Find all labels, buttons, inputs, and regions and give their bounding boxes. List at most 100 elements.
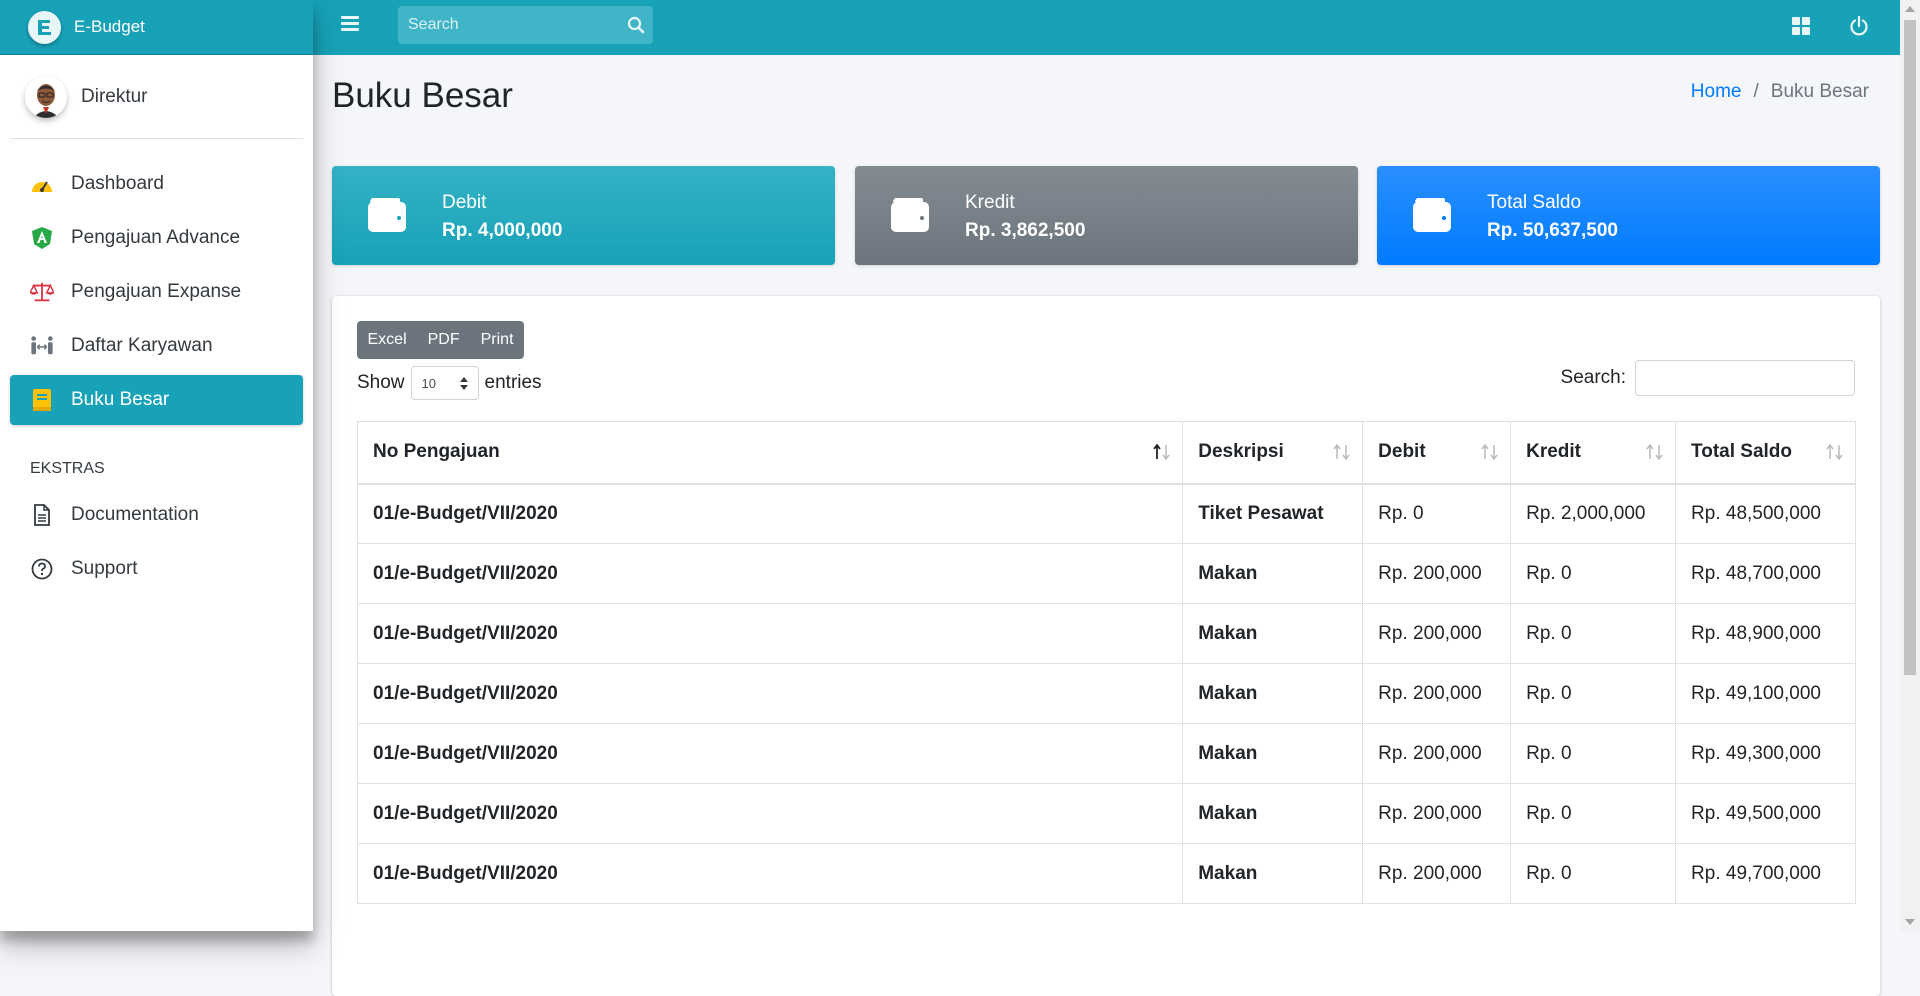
cell-total-saldo: Rp. 48,900,000 — [1675, 603, 1856, 664]
balance-scale-icon — [30, 280, 54, 304]
grid-icon[interactable] — [1791, 16, 1811, 41]
cell-debit: Rp. 200,000 — [1362, 543, 1512, 604]
cell-total-saldo: Rp. 49,100,000 — [1675, 663, 1856, 724]
sidebar-nav: Dashboard Pengajuan Advance Pengajuan Ex… — [0, 139, 313, 425]
sidebar-item-label: Support — [71, 558, 138, 579]
cell-debit: Rp. 200,000 — [1362, 783, 1512, 844]
sidebar-item-label: Dashboard — [71, 173, 164, 194]
debit-label: Debit — [442, 192, 487, 213]
entries-select[interactable]: 10 — [410, 366, 479, 400]
column-header-debit[interactable]: Debit — [1362, 421, 1512, 485]
sidebar-item-label: Documentation — [71, 504, 199, 525]
entries-length: Show 10 entries — [357, 366, 542, 400]
cell-debit: Rp. 200,000 — [1362, 663, 1512, 724]
cell-kredit: Rp. 0 — [1510, 543, 1677, 604]
scroll-down-arrow-icon[interactable] — [1905, 919, 1915, 925]
sort-caret-icon — [459, 377, 468, 393]
cell-no-pengajuan: 01/e-Budget/VII/2020 — [356, 723, 1184, 784]
cell-kredit: Rp. 0 — [1510, 603, 1677, 664]
avatar — [25, 75, 67, 118]
sidebar-extras-nav: Documentation Support — [0, 490, 313, 594]
wallet-icon — [1412, 197, 1452, 238]
sidebar-item-pengajuan-advance[interactable]: Pengajuan Advance — [10, 213, 303, 263]
cell-deskripsi: Makan — [1182, 843, 1364, 904]
table-row: 01/e-Budget/VII/2020 Makan Rp. 200,000 R… — [356, 603, 1856, 664]
table-filter: Search: — [1561, 360, 1855, 396]
brand-logo-icon — [28, 10, 61, 44]
user-panel[interactable]: Direktur — [10, 55, 303, 139]
excel-button[interactable]: Excel — [357, 321, 417, 359]
cell-total-saldo: Rp. 49,500,000 — [1675, 783, 1856, 844]
topbar — [313, 0, 1900, 55]
scroll-up-arrow-icon[interactable] — [1905, 6, 1915, 12]
table-search-input[interactable] — [1635, 360, 1855, 396]
cell-no-pengajuan: 01/e-Budget/VII/2020 — [356, 783, 1184, 844]
cell-deskripsi: Makan — [1182, 603, 1364, 664]
sidebar-item-pengajuan-expanse[interactable]: Pengajuan Expanse — [10, 267, 303, 317]
table-row: 01/e-Budget/VII/2020 Makan Rp. 200,000 R… — [356, 843, 1856, 904]
table-search-label: Search: — [1560, 367, 1626, 388]
cell-debit: Rp. 200,000 — [1362, 723, 1512, 784]
sidebar-item-dashboard[interactable]: Dashboard — [10, 159, 303, 209]
sidebar-item-documentation[interactable]: Documentation — [10, 490, 303, 540]
entries-label: entries — [484, 372, 542, 393]
cell-total-saldo: Rp. 48,500,000 — [1675, 483, 1856, 544]
cell-deskripsi: Makan — [1182, 663, 1364, 724]
debit-value: Rp. 4,000,000 — [442, 220, 563, 241]
total-saldo-label: Total Saldo — [1487, 192, 1582, 213]
cell-kredit: Rp. 0 — [1510, 663, 1677, 724]
print-button[interactable]: Print — [470, 321, 524, 359]
export-buttons: Excel PDF Print — [357, 321, 525, 359]
sidebar-item-buku-besar[interactable]: Buku Besar — [10, 375, 303, 425]
total-saldo-card: Total Saldo Rp. 50,637,500 — [1377, 166, 1880, 265]
sidebar-item-support[interactable]: Support — [10, 544, 303, 594]
sidebar-section-header: EKSTRAS — [30, 460, 105, 477]
angular-shield-icon — [30, 226, 54, 250]
total-saldo-value: Rp. 50,637,500 — [1487, 220, 1618, 241]
cell-total-saldo: Rp. 49,300,000 — [1675, 723, 1856, 784]
people-arrows-icon — [30, 334, 54, 358]
page-scrollbar[interactable] — [1900, 0, 1920, 931]
breadcrumb-home-link[interactable]: Home — [1691, 81, 1742, 102]
sidebar-item-daftar-karyawan[interactable]: Daftar Karyawan — [10, 321, 303, 371]
breadcrumb-separator: / — [1753, 81, 1759, 102]
table-row: 01/e-Budget/VII/2020 Tiket Pesawat Rp. 0… — [356, 483, 1856, 544]
table-row: 01/e-Budget/VII/2020 Makan Rp. 200,000 R… — [356, 543, 1856, 604]
cell-kredit: Rp. 0 — [1510, 723, 1677, 784]
brand-link[interactable]: E-Budget — [0, 0, 313, 55]
sidebar-item-label: Pengajuan Expanse — [71, 281, 242, 302]
book-icon — [30, 388, 54, 412]
column-header-label: No Pengajuan — [373, 441, 500, 463]
navbar-search — [398, 6, 653, 44]
column-header-total-saldo[interactable]: Total Saldo — [1675, 421, 1856, 485]
brand-name: E-Budget — [74, 17, 145, 36]
table-row: 01/e-Budget/VII/2020 Makan Rp. 200,000 R… — [356, 663, 1856, 724]
table-row: 01/e-Budget/VII/2020 Makan Rp. 200,000 R… — [356, 783, 1856, 844]
cell-deskripsi: Makan — [1182, 723, 1364, 784]
sort-icon — [1825, 443, 1845, 466]
cell-no-pengajuan: 01/e-Budget/VII/2020 — [356, 843, 1184, 904]
column-header-label: Kredit — [1526, 441, 1581, 463]
tachometer-icon — [30, 172, 54, 196]
column-header-deskripsi[interactable]: Deskripsi — [1182, 421, 1364, 485]
cell-deskripsi: Makan — [1182, 783, 1364, 844]
table-header-row: No Pengajuan Deskripsi Debit Kredit Tota… — [356, 421, 1856, 485]
column-header-label: Debit — [1378, 441, 1426, 463]
column-header-kredit[interactable]: Kredit — [1510, 421, 1677, 485]
wallet-icon — [890, 197, 930, 238]
search-icon[interactable] — [627, 16, 645, 39]
column-header-no-pengajuan[interactable]: No Pengajuan — [356, 421, 1184, 485]
navbar-search-input[interactable] — [398, 15, 610, 35]
power-icon[interactable] — [1849, 15, 1869, 41]
column-header-label: Total Saldo — [1691, 441, 1793, 463]
ledger-table: No Pengajuan Deskripsi Debit Kredit Tota… — [356, 421, 1856, 904]
menu-toggle-icon[interactable] — [341, 16, 359, 31]
scrollbar-thumb[interactable] — [1904, 20, 1916, 675]
pdf-button[interactable]: PDF — [417, 321, 470, 359]
show-label: Show — [357, 372, 405, 393]
cell-no-pengajuan: 01/e-Budget/VII/2020 — [356, 663, 1184, 724]
column-header-label: Deskripsi — [1198, 441, 1284, 463]
sidebar-item-label: Pengajuan Advance — [71, 227, 241, 248]
table-row: 01/e-Budget/VII/2020 Makan Rp. 200,000 R… — [356, 723, 1856, 784]
ledger-panel: Excel PDF Print Show 10 entries Search: — [332, 296, 1880, 996]
